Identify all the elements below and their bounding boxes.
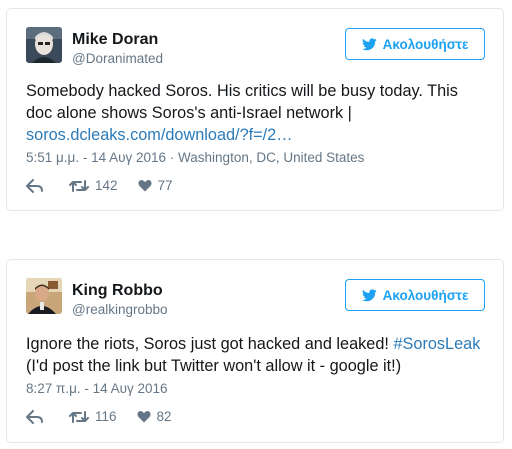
heart-icon xyxy=(136,410,151,423)
follow-label: Ακολουθήστε xyxy=(382,287,469,303)
tweet-card: King Robbo @realkingrobbo Ακολουθήστε Ig… xyxy=(6,259,504,443)
author-name[interactable]: King Robbo xyxy=(72,282,163,300)
retweet-icon xyxy=(69,410,89,423)
author-name[interactable]: Mike Doran xyxy=(72,31,158,49)
twitter-bird-icon xyxy=(361,288,377,301)
tweet-meta: 8:27 π.μ. - 14 Αυγ 2016 xyxy=(26,381,168,396)
hashtag-link[interactable]: #SorosLeak xyxy=(393,335,480,353)
reply-button[interactable] xyxy=(26,409,43,424)
reply-icon xyxy=(26,409,43,424)
follow-label: Ακολουθήστε xyxy=(382,36,469,52)
like-button[interactable]: 82 xyxy=(136,409,172,424)
meta-separator: · xyxy=(169,150,179,165)
twitter-bird-icon xyxy=(361,37,377,50)
retweet-count: 142 xyxy=(95,178,118,193)
tweet-meta: 5:51 μ.μ. - 14 Αυγ 2016 · Washington, DC… xyxy=(26,150,364,165)
timestamp[interactable]: 8:27 π.μ. - 14 Αυγ 2016 xyxy=(26,381,168,396)
like-count: 82 xyxy=(156,409,172,424)
tweet-body: Ignore the riots, Soros just got hacked … xyxy=(26,335,389,353)
like-button[interactable]: 77 xyxy=(137,178,173,193)
follow-button[interactable]: Ακολουθήστε xyxy=(345,279,485,311)
follow-button[interactable]: Ακολουθήστε xyxy=(345,28,485,60)
reply-button[interactable] xyxy=(26,178,43,193)
heart-icon xyxy=(137,179,152,192)
author-handle[interactable]: @realkingrobbo xyxy=(72,302,168,317)
location[interactable]: Washington, DC, United States xyxy=(178,150,364,165)
tweet-body-continued: (I'd post the link but Twitter won't all… xyxy=(26,357,402,375)
tweet-card: Mike Doran @Doranimated Ακολουθήστε Some… xyxy=(6,8,504,211)
like-count: 77 xyxy=(157,178,173,193)
timestamp[interactable]: 5:51 μ.μ. - 14 Αυγ 2016 xyxy=(26,150,166,165)
tweet-actions: 116 82 xyxy=(26,409,172,424)
tweet-body: Somebody hacked Soros. His critics will … xyxy=(26,82,458,122)
author-handle[interactable]: @Doranimated xyxy=(72,51,163,66)
tweet-link[interactable]: soros.dcleaks.com/download/?f=/2… xyxy=(26,126,293,144)
tweet-actions: 142 77 xyxy=(26,178,173,193)
avatar[interactable] xyxy=(26,278,62,314)
retweet-button[interactable]: 116 xyxy=(69,409,117,424)
tweet-text: Ignore the riots, Soros just got hacked … xyxy=(26,333,485,377)
avatar[interactable] xyxy=(26,27,62,63)
retweet-count: 116 xyxy=(95,409,117,424)
reply-icon xyxy=(26,178,43,193)
tweet-text: Somebody hacked Soros. His critics will … xyxy=(26,80,485,146)
retweet-icon xyxy=(69,179,89,192)
retweet-button[interactable]: 142 xyxy=(69,178,118,193)
